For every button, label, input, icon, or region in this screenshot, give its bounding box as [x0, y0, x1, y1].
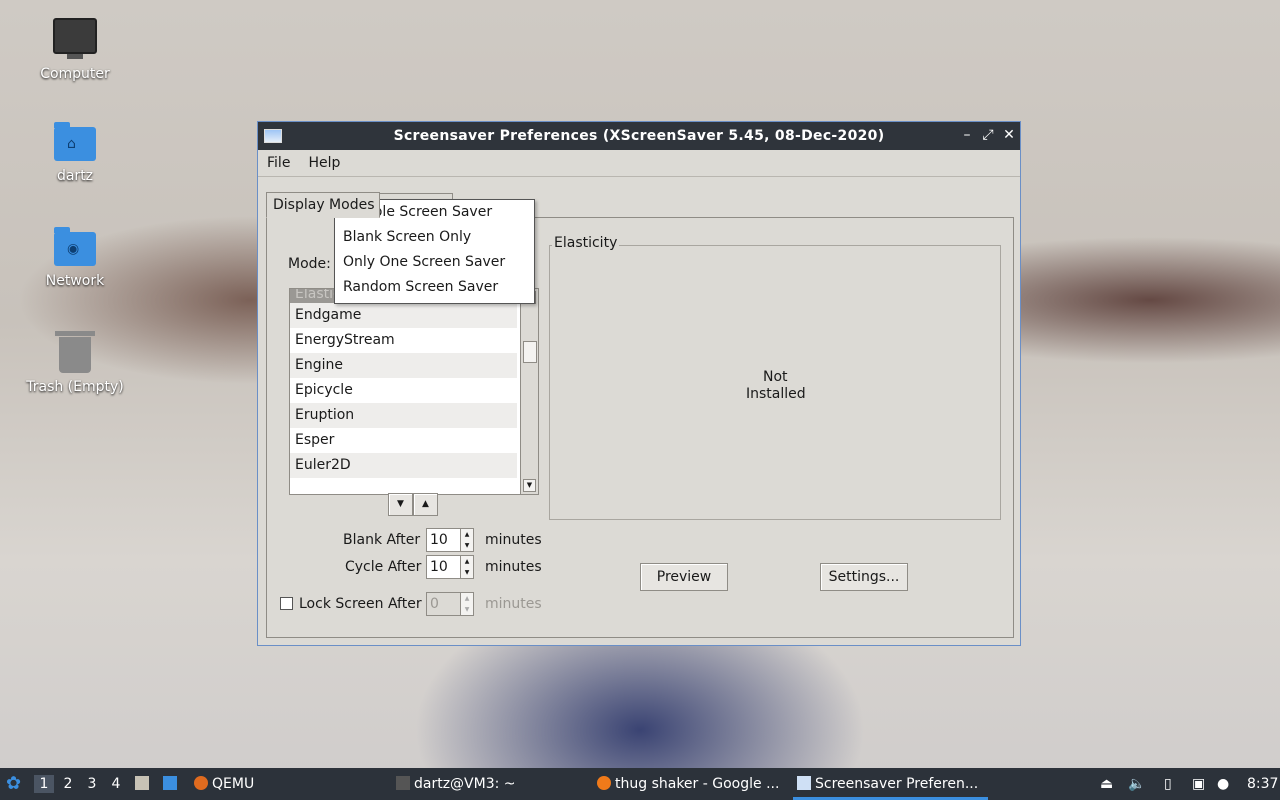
workspace-4[interactable]: 4 [106, 775, 126, 793]
screensaver-preferences-window: Screensaver Preferences (XScreenSaver 5.… [257, 121, 1021, 646]
clipboard-icon[interactable]: ▯ [1164, 768, 1172, 800]
window-title: Screensaver Preferences (XScreenSaver 5.… [393, 128, 885, 144]
mode-option-blank-only[interactable]: Blank Screen Only [335, 225, 534, 250]
task-label: Screensaver Preferen... [815, 776, 979, 792]
menu-file[interactable]: File [258, 155, 299, 171]
qemu-launcher[interactable]: QEMU [194, 768, 254, 800]
move-up-button[interactable]: ▲ [413, 493, 438, 516]
stepper-arrows-icon[interactable]: ▲ ▼ [460, 556, 473, 578]
desktop-icon-dartz[interactable]: ⌂ dartz [15, 122, 135, 184]
desktop-icon-trash[interactable]: Trash (Empty) [15, 331, 135, 395]
blank-after-stepper[interactable]: 10 ▲ ▼ [426, 528, 474, 552]
stepper-arrows-icon[interactable]: ▲ ▼ [460, 529, 473, 551]
qemu-icon [194, 776, 208, 790]
qemu-label: QEMU [212, 776, 255, 792]
list-scrollbar[interactable]: ▲ ▼ [520, 289, 538, 494]
task-label: dartz@VM3: ~ [414, 776, 516, 792]
updates-icon[interactable]: ● [1217, 768, 1229, 800]
workspace-3[interactable]: 3 [82, 775, 102, 793]
list-item[interactable]: Eruption [290, 403, 517, 428]
taskbar: ✿ 1 2 3 4 QEMU dartz@VM3: ~ thug shaker … [0, 768, 1280, 800]
scroll-thumb[interactable] [523, 341, 537, 363]
desktop-icon-network[interactable]: ◉ Network [15, 227, 135, 289]
move-down-button[interactable]: ▼ [388, 493, 413, 516]
cycle-after-value: 10 [430, 559, 448, 575]
workspace-2[interactable]: 2 [58, 775, 78, 793]
mode-option-random[interactable]: Random Screen Saver [335, 275, 534, 300]
maximize-icon[interactable]: ⤢ [980, 127, 996, 143]
app-icon [264, 129, 282, 143]
clock[interactable]: 8:37 [1247, 768, 1278, 800]
desktop-icon-label: Trash (Empty) [26, 379, 124, 395]
preview-button[interactable]: Preview [640, 563, 728, 591]
stepper-arrows-icon: ▲ ▼ [460, 593, 473, 615]
computer-icon [53, 18, 97, 59]
desktop-icon-label: Network [45, 273, 105, 289]
hack-list[interactable]: Elasticity Endgame EnergyStream Engine E… [289, 288, 539, 495]
list-item[interactable]: Endgame [290, 303, 517, 328]
network-folder-icon: ◉ [54, 227, 96, 266]
desktop-icon-label: dartz [56, 168, 94, 184]
desktop-icon-computer[interactable]: Computer [15, 18, 135, 82]
network-tray-icon[interactable]: ▣ [1192, 768, 1205, 800]
list-item[interactable]: EnergyStream [290, 328, 517, 353]
preview-status-line-1: Not [763, 369, 788, 385]
mode-label: Mode: [288, 256, 331, 272]
list-item[interactable]: Esper [290, 428, 517, 453]
window-icon [797, 776, 811, 790]
lock-after-value: 0 [430, 596, 439, 612]
list-item[interactable]: Engine [290, 353, 517, 378]
close-icon[interactable]: ✕ [1001, 127, 1017, 143]
preview-status-line-2: Installed [746, 386, 806, 402]
scroll-down-icon[interactable]: ▼ [523, 479, 536, 492]
minutes-label: minutes [485, 532, 542, 548]
lock-after-stepper: 0 ▲ ▼ [426, 592, 474, 616]
volume-icon[interactable]: 🔈 [1128, 768, 1145, 800]
minimize-icon[interactable]: – [959, 127, 975, 143]
task-screensaver[interactable]: Screensaver Preferen... [797, 768, 978, 800]
show-desktop-icon[interactable] [163, 768, 181, 800]
blank-after-label: Blank After [343, 532, 421, 548]
terminal-icon [396, 776, 410, 790]
cycle-after-label: Cycle After [345, 559, 422, 575]
minutes-label: minutes [485, 596, 542, 612]
start-menu-icon[interactable]: ✿ [6, 768, 21, 800]
file-manager-icon[interactable] [135, 768, 153, 800]
workspace-1[interactable]: 1 [34, 775, 54, 793]
menu-bar: File Help [258, 150, 1020, 177]
list-item[interactable]: Epicycle [290, 378, 517, 403]
tab-display-modes[interactable]: Display Modes [266, 192, 380, 218]
trash-icon [55, 331, 95, 373]
minutes-label: minutes [485, 559, 542, 575]
lock-screen-label[interactable]: Lock Screen After [299, 596, 422, 612]
title-bar[interactable]: Screensaver Preferences (XScreenSaver 5.… [258, 122, 1020, 150]
task-terminal[interactable]: dartz@VM3: ~ [396, 768, 516, 800]
settings-button[interactable]: Settings... [820, 563, 908, 591]
eject-icon[interactable]: ⏏ [1100, 768, 1113, 800]
desktop-icon-label: Computer [40, 66, 110, 82]
preview-frame-label: Elasticity [552, 235, 620, 251]
mode-option-one-saver[interactable]: Only One Screen Saver [335, 250, 534, 275]
blank-after-value: 10 [430, 532, 448, 548]
cycle-after-stepper[interactable]: 10 ▲ ▼ [426, 555, 474, 579]
firefox-icon [597, 776, 611, 790]
lock-screen-checkbox[interactable] [280, 597, 293, 610]
task-label: thug shaker - Google ... [615, 776, 780, 792]
menu-help[interactable]: Help [299, 155, 349, 171]
home-folder-icon: ⌂ [54, 122, 96, 161]
task-firefox[interactable]: thug shaker - Google ... [597, 768, 779, 800]
list-item[interactable]: Euler2D [290, 453, 517, 478]
